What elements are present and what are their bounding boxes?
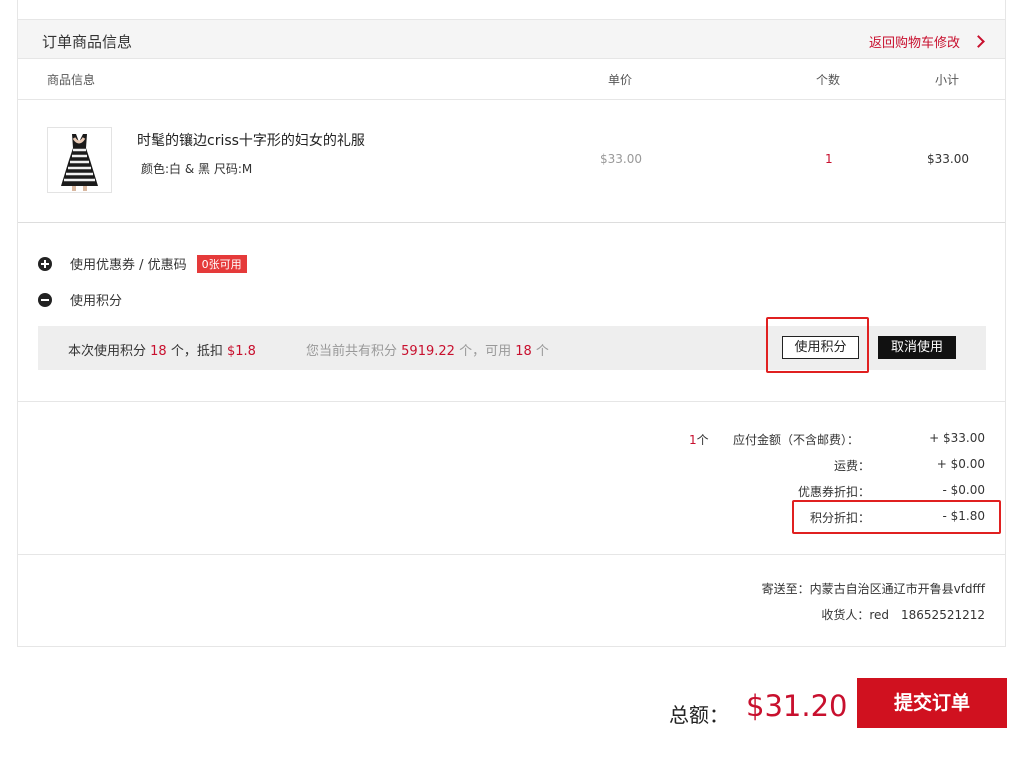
use-points-button[interactable]: 使用积分 (782, 336, 859, 359)
product-qty: 1 (825, 152, 833, 166)
shipping-value: + $0.00 (936, 457, 985, 471)
product-subtotal: $33.00 (927, 152, 969, 166)
column-header-qty: 个数 (816, 73, 841, 87)
plus-circle-icon[interactable] (38, 256, 52, 271)
coupon-option[interactable]: 使用优惠券 / 优惠码 0张可用 (38, 254, 247, 273)
shipping-address: 寄送至：内蒙古自治区通辽市开鲁县vfdfff (761, 582, 985, 596)
points-usage-text: 本次使用积分 18 个，抵扣 $1.8 (68, 340, 256, 359)
payable-label: 应付金额（不含邮费）： (733, 433, 860, 447)
payable-value: + $33.00 (929, 431, 985, 445)
points-usage-mid: 个，抵扣 (170, 344, 223, 359)
product-thumbnail[interactable] (47, 127, 112, 193)
points-balance-suffix: 个 (535, 344, 549, 359)
points-balance-prefix: 您当前共有积分 (306, 344, 398, 359)
product-name[interactable]: 时髦的镶边criss十字形的妇女的礼服 (137, 130, 365, 150)
product-price: $33.00 (600, 152, 642, 166)
summary-item-count: 1个 (689, 431, 709, 448)
summary-item-count-unit: 个 (696, 433, 709, 447)
divider (18, 401, 1005, 402)
summary-item-count-value: 1 (689, 433, 697, 447)
order-items-header: 订单商品信息 返回购物车修改 (17, 19, 1006, 59)
points-discount-value: - $1.80 (942, 509, 986, 523)
shipping-label: 运费： (833, 459, 870, 473)
column-header-info: 商品信息 (47, 73, 96, 87)
points-balance-available: 18 (515, 344, 532, 359)
points-balance-mid: 个，可用 (459, 344, 512, 359)
points-option[interactable]: 使用积分 (38, 290, 122, 309)
receiver-info: 收货人：red 18652521212 (821, 608, 985, 622)
points-usage-amount: $1.8 (227, 344, 256, 359)
column-header-price: 单价 (608, 73, 633, 87)
divider (18, 99, 1005, 100)
chevron-right-icon (972, 35, 985, 48)
points-usage-prefix: 本次使用积分 (68, 344, 147, 359)
points-option-label[interactable]: 使用积分 (70, 290, 122, 309)
divider (18, 222, 1005, 223)
minus-circle-icon[interactable] (38, 292, 52, 307)
coupon-discount-label: 优惠券折扣： (797, 485, 870, 499)
total-label: 总额： (669, 703, 729, 727)
total-amount: $31.20 (746, 689, 848, 723)
submit-order-button[interactable]: 提交订单 (857, 678, 1007, 728)
points-balance-total: 5919.22 (401, 344, 455, 359)
points-usage-count: 18 (150, 344, 167, 359)
coupon-discount-value: - $0.00 (942, 483, 986, 497)
points-discount-label: 积分折扣： (809, 511, 870, 525)
section-title: 订单商品信息 (42, 33, 133, 51)
column-header-subtotal: 小计 (935, 73, 960, 87)
coupon-option-label[interactable]: 使用优惠券 / 优惠码 (70, 254, 187, 273)
divider (18, 554, 1005, 555)
cancel-points-button[interactable]: 取消使用 (878, 336, 956, 359)
back-to-cart-label[interactable]: 返回购物车修改 (869, 32, 960, 51)
points-balance-text: 您当前共有积分 5919.22 个，可用 18 个 (306, 340, 549, 359)
product-attributes: 颜色:白 & 黑 尺码:M (141, 162, 253, 176)
coupon-count-badge: 0张可用 (196, 254, 247, 273)
dress-image-icon (48, 128, 111, 192)
back-to-cart-link[interactable]: 返回购物车修改 (869, 32, 985, 51)
